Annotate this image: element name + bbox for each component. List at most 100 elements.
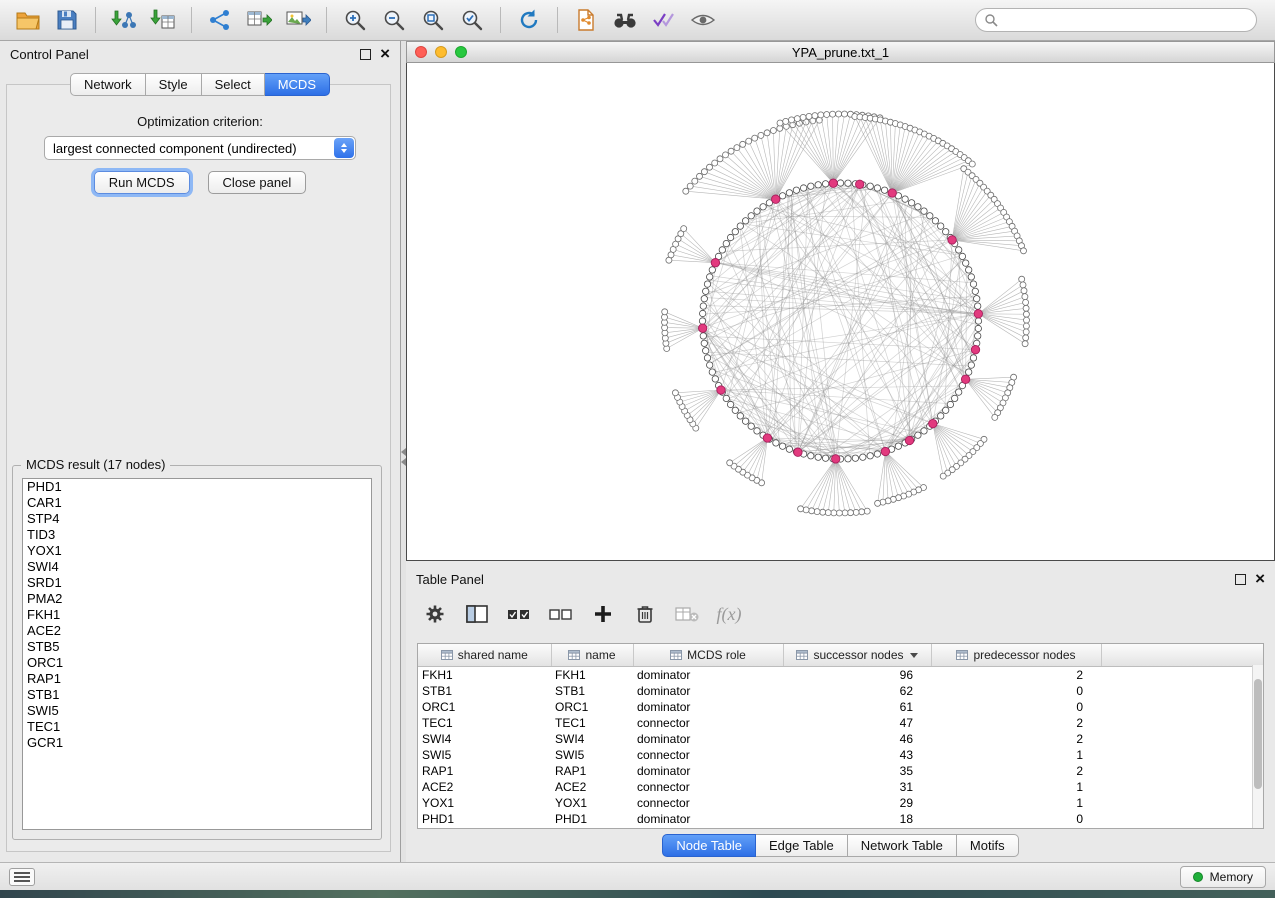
table-panel: Table Panel × xyxy=(406,566,1275,862)
table-row[interactable]: STB1STB1dominator620 xyxy=(418,683,1263,699)
mcds-result-item[interactable]: RAP1 xyxy=(23,671,371,687)
mcds-result-item[interactable]: SRD1 xyxy=(23,575,371,591)
zoom-selected-button[interactable] xyxy=(454,4,490,36)
table-row[interactable]: FKH1FKH1dominator962 xyxy=(418,667,1263,684)
column-header-name[interactable]: name xyxy=(551,644,633,667)
checked-boxes-icon xyxy=(507,605,531,623)
dropdown-stepper-icon[interactable] xyxy=(334,138,354,158)
find-button[interactable] xyxy=(607,4,643,36)
network-window-titlebar[interactable]: YPA_prune.txt_1 xyxy=(406,41,1275,63)
refresh-button[interactable] xyxy=(511,4,547,36)
mcds-result-item[interactable]: ORC1 xyxy=(23,655,371,671)
mcds-result-item[interactable]: SWI5 xyxy=(23,703,371,719)
export-network-button[interactable] xyxy=(202,4,238,36)
add-column-button[interactable] xyxy=(590,601,616,627)
deselect-all-button[interactable] xyxy=(548,601,574,627)
mcds-result-item[interactable]: STB5 xyxy=(23,639,371,655)
table-row[interactable]: RAP1RAP1dominator352 xyxy=(418,763,1263,779)
column-header-predecessor-nodes[interactable]: predecessor nodes xyxy=(931,644,1101,667)
run-mcds-button[interactable]: Run MCDS xyxy=(94,171,190,194)
close-window-button[interactable] xyxy=(415,46,427,58)
mcds-result-list[interactable]: PHD1CAR1STP4TID3YOX1SWI4SRD1PMA2FKH1ACE2… xyxy=(22,478,372,830)
table-tab-network-table[interactable]: Network Table xyxy=(848,834,957,857)
close-panel-button[interactable]: Close panel xyxy=(208,171,307,194)
gear-icon xyxy=(425,604,445,624)
mcds-result-item[interactable]: ACE2 xyxy=(23,623,371,639)
mcds-result-item[interactable]: PMA2 xyxy=(23,591,371,607)
delete-column-button[interactable] xyxy=(632,601,658,627)
table-row[interactable]: YOX1YOX1connector291 xyxy=(418,795,1263,811)
refresh-icon xyxy=(517,8,541,32)
export-image-button[interactable] xyxy=(280,4,316,36)
close-panel-icon[interactable]: × xyxy=(380,48,390,60)
column-header-MCDS-role[interactable]: MCDS role xyxy=(633,644,783,667)
toolbar-separator xyxy=(557,7,558,33)
mcds-result-item[interactable]: SWI4 xyxy=(23,559,371,575)
network-window-title: YPA_prune.txt_1 xyxy=(407,45,1274,60)
import-network-button[interactable] xyxy=(106,4,142,36)
mcds-result-item[interactable]: TID3 xyxy=(23,527,371,543)
mcds-result-item[interactable]: CAR1 xyxy=(23,495,371,511)
table-row[interactable]: ORC1ORC1dominator610 xyxy=(418,699,1263,715)
table-row[interactable]: SWI4SWI4dominator462 xyxy=(418,731,1263,747)
delete-table-button[interactable] xyxy=(674,601,700,627)
share-document-button[interactable] xyxy=(568,4,604,36)
zoom-fit-button[interactable] xyxy=(415,4,451,36)
network-canvas[interactable] xyxy=(406,63,1275,561)
plus-icon xyxy=(593,604,613,624)
table-tab-node-table[interactable]: Node Table xyxy=(662,834,756,857)
table-row[interactable]: PHD1PHD1dominator180 xyxy=(418,811,1263,827)
mcds-result-item[interactable]: TEC1 xyxy=(23,719,371,735)
mcds-result-item[interactable]: YOX1 xyxy=(23,543,371,559)
node-table-header-row: shared namenameMCDS rolesuccessor nodesp… xyxy=(418,644,1263,667)
mcds-result-item[interactable]: STP4 xyxy=(23,511,371,527)
table-cell-filler xyxy=(1101,667,1263,684)
import-table-button[interactable] xyxy=(145,4,181,36)
show-panels-button[interactable] xyxy=(9,868,35,886)
table-scrollbar[interactable] xyxy=(1252,665,1263,828)
zoom-in-button[interactable] xyxy=(337,4,373,36)
table-tab-edge-table[interactable]: Edge Table xyxy=(756,834,848,857)
show-hide-button[interactable] xyxy=(685,4,721,36)
search-input[interactable] xyxy=(975,8,1257,32)
maximize-window-button[interactable] xyxy=(455,46,467,58)
table-cell: 29 xyxy=(783,795,931,811)
zoom-out-button[interactable] xyxy=(376,4,412,36)
column-header-shared-name[interactable]: shared name xyxy=(418,644,551,667)
memory-button[interactable]: Memory xyxy=(1180,866,1266,888)
minimize-window-button[interactable] xyxy=(435,46,447,58)
mcds-result-item[interactable]: PHD1 xyxy=(23,479,371,495)
eye-icon xyxy=(690,11,716,29)
close-table-panel-icon[interactable]: × xyxy=(1255,573,1265,585)
scrollbar-thumb[interactable] xyxy=(1254,679,1262,789)
control-panel: Control Panel × NetworkStyleSelectMCDS O… xyxy=(0,41,401,862)
table-tab-motifs[interactable]: Motifs xyxy=(957,834,1019,857)
mcds-result-item[interactable]: FKH1 xyxy=(23,607,371,623)
float-panel-icon[interactable] xyxy=(360,49,371,60)
table-settings-button[interactable] xyxy=(422,601,448,627)
column-header-successor-nodes[interactable]: successor nodes xyxy=(783,644,931,667)
float-table-panel-icon[interactable] xyxy=(1235,574,1246,585)
table-row[interactable]: SWI5SWI5connector431 xyxy=(418,747,1263,763)
tab-select[interactable]: Select xyxy=(202,73,265,96)
tab-mcds[interactable]: MCDS xyxy=(265,73,330,96)
table-row[interactable]: TEC1TEC1connector472 xyxy=(418,715,1263,731)
mcds-result-item[interactable]: STB1 xyxy=(23,687,371,703)
tab-style[interactable]: Style xyxy=(146,73,202,96)
show-columns-button[interactable] xyxy=(464,601,490,627)
save-button[interactable] xyxy=(49,4,85,36)
table-cell: 31 xyxy=(783,779,931,795)
open-button[interactable] xyxy=(10,4,46,36)
columns-icon xyxy=(466,605,488,623)
select-all-button[interactable] xyxy=(506,601,532,627)
optimization-dropdown[interactable]: largest connected component (undirected) xyxy=(44,136,356,160)
select-marks-button[interactable] xyxy=(646,4,682,36)
table-cell: 1 xyxy=(931,779,1101,795)
function-builder-button[interactable]: f(x) xyxy=(716,601,742,627)
tab-network[interactable]: Network xyxy=(70,73,146,96)
export-table-button[interactable] xyxy=(241,4,277,36)
mcds-result-item[interactable]: GCR1 xyxy=(23,735,371,751)
table-cell: connector xyxy=(633,795,783,811)
table-row[interactable]: ACE2ACE2connector311 xyxy=(418,779,1263,795)
network-graph-svg[interactable] xyxy=(407,63,1274,560)
